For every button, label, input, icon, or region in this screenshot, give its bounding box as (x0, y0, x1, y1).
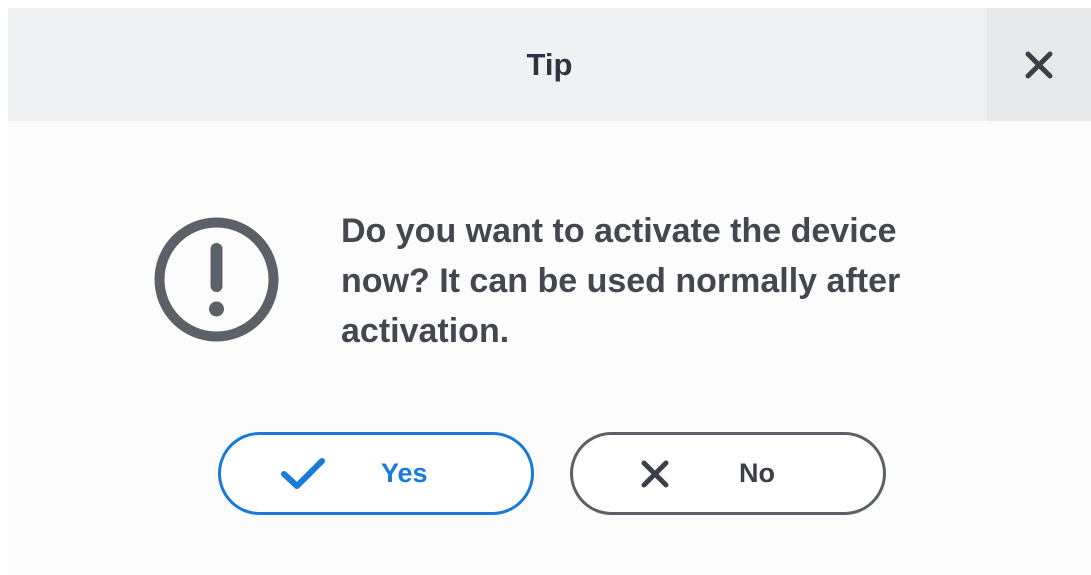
yes-button[interactable]: Yes (218, 432, 534, 515)
dialog-title-bar: Tip (8, 8, 1091, 121)
no-button[interactable]: No (570, 432, 886, 515)
dialog-title: Tip (526, 47, 573, 82)
no-button-label: No (739, 458, 775, 488)
dialog-message: Do you want to activate the device now? … (341, 212, 901, 350)
checkmark-icon (277, 435, 329, 512)
close-button[interactable] (987, 8, 1091, 121)
exclamation-circle-icon (154, 217, 279, 342)
activation-dialog: Tip Do you want to activate the device n… (8, 8, 1091, 575)
yes-button-label: Yes (381, 458, 428, 488)
close-icon (1025, 51, 1053, 78)
close-icon (629, 435, 681, 512)
